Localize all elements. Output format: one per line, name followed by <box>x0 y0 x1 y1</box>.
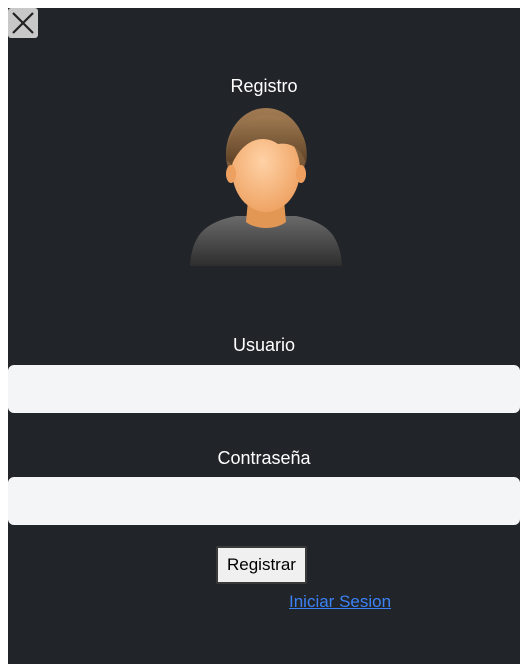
password-label: Contraseña <box>217 448 311 468</box>
user-avatar-icon <box>190 108 342 266</box>
login-link[interactable]: Iniciar Sesion <box>289 592 391 612</box>
username-input[interactable] <box>8 365 520 413</box>
close-icon <box>12 12 34 34</box>
page-title: Registro <box>230 76 298 96</box>
close-button[interactable] <box>8 8 38 38</box>
register-button[interactable]: Registrar <box>216 546 307 584</box>
username-label: Usuario <box>232 335 296 355</box>
password-input[interactable] <box>8 477 520 525</box>
register-panel: Registro Usuario Contraseña Registrar In… <box>8 8 520 664</box>
